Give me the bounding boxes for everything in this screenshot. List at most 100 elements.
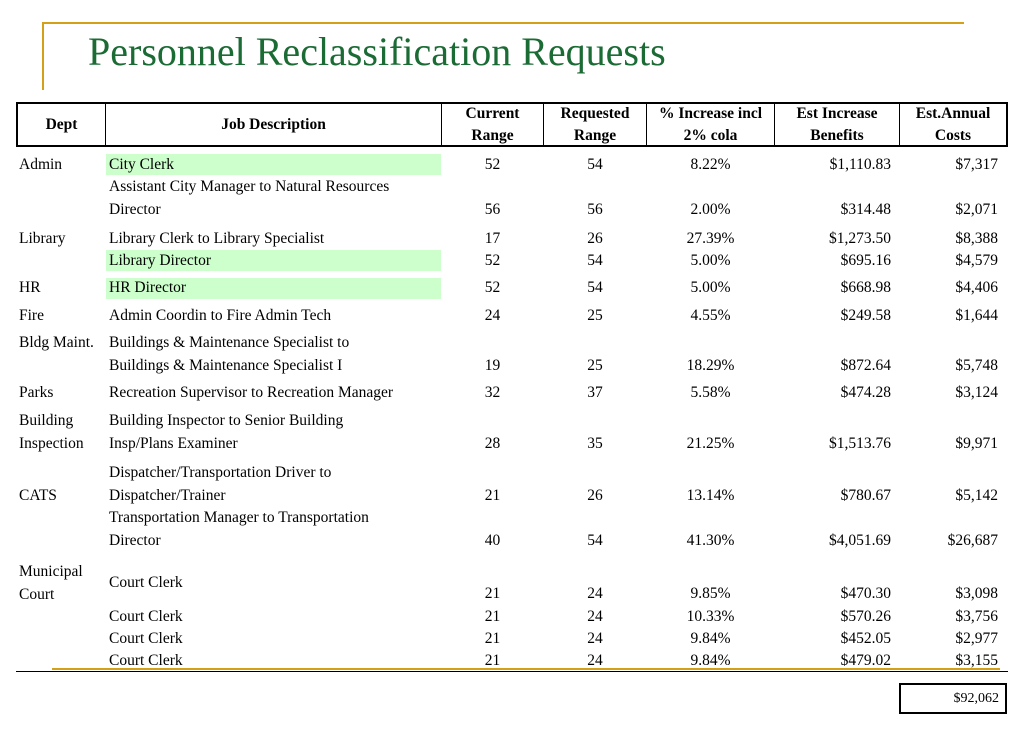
- job-description: Assistant City Manager to Natural Resour…: [109, 178, 390, 195]
- est-increase-benefits-cell: $1,110.83: [829, 156, 891, 173]
- job-description: Recreation Supervisor to Recreation Mana…: [109, 384, 394, 401]
- percent-increase-cell: 9.85%: [690, 585, 731, 602]
- est-annual-costs-cell: $7,317: [955, 156, 998, 173]
- job-description: HR Director: [109, 279, 187, 296]
- decorative-bottom-rule: [52, 668, 1000, 670]
- est-annual-costs-cell: $2,977: [955, 630, 998, 647]
- requested-range-cell: 24: [587, 608, 603, 625]
- percent-increase-cell: 5.58%: [690, 384, 731, 401]
- current-range-cell: 24: [484, 307, 501, 324]
- requested-range-cell: 56: [587, 201, 603, 218]
- job-description: Dispatcher/Transportation Driver to: [109, 464, 332, 481]
- job-description: Library Director: [109, 252, 211, 269]
- est-annual-costs-cell: $26,687: [947, 532, 998, 549]
- est-increase-benefits-cell: $452.05: [840, 630, 891, 647]
- requested-range-cell: 54: [587, 156, 603, 173]
- est-annual-costs-cell: $5,748: [955, 357, 998, 374]
- est-annual-costs-cell: $9,971: [955, 435, 998, 452]
- job-description: Dispatcher/Trainer: [109, 487, 226, 504]
- requested-range-cell: 37: [587, 384, 603, 401]
- percent-increase-cell: 9.84%: [690, 630, 731, 647]
- current-range-cell: 52: [484, 279, 501, 296]
- page-title: Personnel Reclassification Requests: [88, 29, 666, 74]
- percent-increase-cell: 13.14%: [686, 487, 735, 504]
- job-description: Director: [109, 201, 161, 218]
- job-description: Library Clerk to Library Specialist: [109, 230, 325, 247]
- requested-range-cell: 25: [587, 307, 603, 324]
- est-increase-benefits-cell: $668.98: [840, 279, 891, 296]
- est-increase-benefits-cell: $314.48: [840, 201, 891, 218]
- current-range-cell: 21: [484, 608, 501, 625]
- dept-label: HR: [19, 279, 41, 296]
- dept-label: Parks: [19, 384, 54, 401]
- est-increase-benefits-cell: $470.30: [840, 585, 891, 602]
- current-range-cell: 40: [484, 532, 501, 549]
- est-annual-costs-cell: $1,644: [955, 307, 998, 324]
- est-annual-costs-cell: $8,388: [955, 230, 998, 247]
- percent-increase-cell: 41.30%: [686, 532, 735, 549]
- percent-increase-cell: 18.29%: [686, 357, 735, 374]
- header-requested-range: Requested Range: [560, 105, 630, 144]
- current-range-cell: 17: [484, 230, 501, 247]
- requested-range-cell: 54: [587, 279, 603, 296]
- current-range-cell: 19: [484, 357, 501, 374]
- job-description: Buildings & Maintenance Specialist to: [109, 334, 350, 351]
- est-annual-costs-cell: $5,142: [955, 487, 998, 504]
- current-range-cell: 52: [484, 156, 501, 173]
- dept-label: Inspection: [19, 435, 84, 452]
- est-annual-costs-cell: $2,071: [955, 201, 998, 218]
- current-range-cell: 21: [484, 487, 501, 504]
- dept-label: Library: [19, 230, 66, 247]
- requested-range-cell: 26: [587, 487, 603, 504]
- percent-increase-cell: 2.00%: [690, 201, 731, 218]
- est-increase-benefits-cell: $780.67: [840, 487, 891, 504]
- est-increase-benefits-cell: $4,051.69: [829, 532, 891, 549]
- est-increase-benefits-cell: $474.28: [840, 384, 891, 401]
- header-est-increase-benefits: Est Increase Benefits: [796, 105, 878, 144]
- est-annual-costs-cell: $3,124: [955, 384, 998, 401]
- header-percent-increase: % Increase incl 2% cola: [658, 105, 763, 144]
- job-description: Court Clerk: [109, 630, 183, 647]
- dept-label: CATS: [19, 487, 57, 504]
- total-annual-costs: $92,062: [899, 683, 1007, 714]
- percent-increase-cell: 5.00%: [690, 252, 731, 269]
- job-description: Building Inspector to Senior Building: [109, 412, 344, 429]
- requested-range-cell: 54: [587, 532, 603, 549]
- est-annual-costs-cell: $4,579: [955, 252, 998, 269]
- dept-label: Fire: [19, 307, 44, 324]
- current-range-cell: 21: [484, 630, 501, 647]
- current-range-cell: 28: [484, 435, 501, 452]
- decorative-vertical-rule: [42, 22, 44, 90]
- est-increase-benefits-cell: $570.26: [840, 608, 891, 625]
- dept-label: Admin: [19, 156, 63, 173]
- percent-increase-cell: 5.00%: [690, 279, 731, 296]
- dept-label: Bldg Maint.: [19, 334, 94, 351]
- dept-label: Building: [19, 412, 74, 429]
- header-job-description: Job Description: [221, 116, 326, 133]
- requested-range-cell: 35: [587, 435, 603, 452]
- percent-increase-cell: 4.55%: [690, 307, 731, 324]
- requested-range-cell: 25: [587, 357, 603, 374]
- est-annual-costs-cell: $3,098: [955, 585, 998, 602]
- est-increase-benefits-cell: $1,273.50: [829, 230, 891, 247]
- est-annual-costs-cell: $4,406: [955, 279, 998, 296]
- requested-range-cell: 24: [587, 585, 603, 602]
- est-increase-benefits-cell: $1,513.76: [829, 435, 891, 452]
- job-description: Director: [109, 532, 161, 549]
- table-bottom-rule: [16, 671, 1008, 672]
- current-range-cell: 32: [484, 384, 501, 401]
- est-increase-benefits-cell: $872.64: [840, 357, 891, 374]
- current-range-cell: 21: [484, 585, 501, 602]
- current-range-cell: 56: [484, 201, 501, 218]
- est-increase-benefits-cell: $695.16: [840, 252, 891, 269]
- current-range-cell: 52: [484, 252, 501, 269]
- job-description: Buildings & Maintenance Specialist I: [109, 357, 343, 374]
- job-description: City Clerk: [109, 156, 175, 173]
- requested-range-cell: 26: [587, 230, 603, 247]
- decorative-horizontal-rule: [42, 22, 964, 24]
- header-est-annual-costs: Est.Annual Costs: [915, 105, 991, 144]
- dept-label: Court: [19, 586, 55, 603]
- percent-increase-cell: 8.22%: [690, 156, 731, 173]
- est-increase-benefits-cell: $249.58: [840, 307, 891, 324]
- est-annual-costs-cell: $3,756: [955, 608, 998, 625]
